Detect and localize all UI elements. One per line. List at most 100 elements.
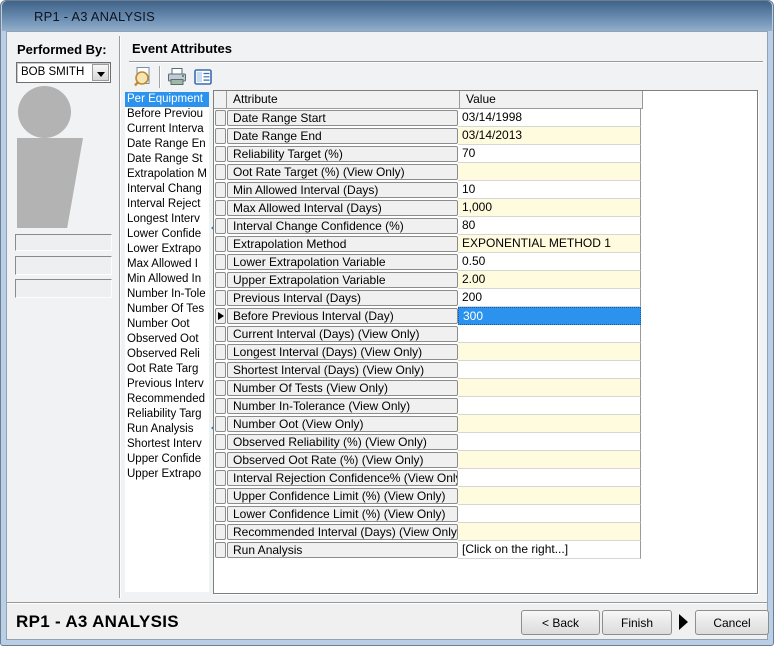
- row-selector-cell[interactable]: [215, 488, 226, 504]
- row-selector-cell[interactable]: [215, 542, 226, 558]
- print-preview-button[interactable]: [131, 65, 155, 89]
- list-item[interactable]: Lower Confide: [125, 227, 209, 242]
- list-item[interactable]: Previous Interv: [125, 377, 209, 392]
- row-selector-cell[interactable]: [215, 344, 226, 360]
- value-cell[interactable]: [458, 379, 641, 397]
- expand-arrow-button[interactable]: [675, 608, 691, 636]
- list-item[interactable]: Interval Chang: [125, 182, 209, 197]
- attribute-cell[interactable]: Interval Change Confidence (%): [227, 218, 458, 234]
- list-item[interactable]: Observed Oot: [125, 332, 209, 347]
- row-selector-cell[interactable]: [215, 182, 226, 198]
- attribute-cell[interactable]: Reliability Target (%): [227, 146, 458, 162]
- attribute-cell[interactable]: Current Interval (Days) (View Only): [227, 326, 458, 342]
- list-item[interactable]: Oot Rate Targ: [125, 362, 209, 377]
- value-cell[interactable]: [458, 505, 641, 523]
- value-cell[interactable]: [458, 415, 641, 433]
- row-selector-cell[interactable]: [215, 398, 226, 414]
- attribute-cell[interactable]: Min Allowed Interval (Days): [227, 182, 458, 198]
- list-item[interactable]: Upper Extrapo: [125, 467, 209, 482]
- finish-button[interactable]: Finish: [602, 610, 672, 635]
- attribute-cell[interactable]: Observed Oot Rate (%) (View Only): [227, 452, 458, 468]
- value-cell[interactable]: 1,000: [458, 199, 641, 217]
- row-selector-cell[interactable]: [215, 146, 226, 162]
- attribute-cell[interactable]: Recommended Interval (Days) (View Only): [227, 524, 458, 540]
- value-cell[interactable]: [458, 361, 641, 379]
- row-selector-cell[interactable]: [215, 434, 226, 450]
- row-selector-cell[interactable]: [215, 452, 226, 468]
- value-cell[interactable]: 0.50: [458, 253, 641, 271]
- grid-view-button[interactable]: [191, 65, 215, 89]
- attribute-cell[interactable]: Previous Interval (Days): [227, 290, 458, 306]
- row-selector-cell[interactable]: [215, 200, 226, 216]
- attribute-cell[interactable]: Lower Extrapolation Variable: [227, 254, 458, 270]
- value-cell[interactable]: EXPONENTIAL METHOD 1: [458, 235, 641, 253]
- attribute-cell[interactable]: Number Oot (View Only): [227, 416, 458, 432]
- attribute-cell[interactable]: Upper Extrapolation Variable: [227, 272, 458, 288]
- list-item[interactable]: Extrapolation M: [125, 167, 209, 182]
- value-cell[interactable]: [458, 343, 641, 361]
- row-selector-cell[interactable]: [215, 164, 226, 180]
- list-item[interactable]: Reliability Targ: [125, 407, 209, 422]
- attribute-cell[interactable]: Observed Reliability (%) (View Only): [227, 434, 458, 450]
- row-selector-cell[interactable]: [215, 470, 226, 486]
- list-item[interactable]: Per Equipment: [125, 92, 209, 107]
- value-cell[interactable]: [458, 325, 641, 343]
- attribute-cell[interactable]: Before Previous Interval (Day): [227, 308, 458, 324]
- list-item[interactable]: Shortest Interv: [125, 437, 209, 452]
- print-button[interactable]: [165, 65, 189, 89]
- row-selector-cell[interactable]: [215, 326, 226, 342]
- value-cell[interactable]: [458, 487, 641, 505]
- value-cell[interactable]: [458, 469, 641, 487]
- list-item[interactable]: Current Interva: [125, 122, 209, 137]
- value-cell[interactable]: [Click on the right...]: [458, 541, 641, 559]
- value-cell[interactable]: 03/14/2013: [458, 127, 641, 145]
- attribute-cell[interactable]: Longest Interval (Days) (View Only): [227, 344, 458, 360]
- list-item[interactable]: Upper Confide: [125, 452, 209, 467]
- attribute-cell[interactable]: Number Of Tests (View Only): [227, 380, 458, 396]
- list-item[interactable]: Max Allowed I: [125, 257, 209, 272]
- row-selector-cell[interactable]: [215, 236, 226, 252]
- list-item[interactable]: Date Range St: [125, 152, 209, 167]
- value-cell[interactable]: [458, 397, 641, 415]
- row-selector-cell[interactable]: [215, 110, 226, 126]
- list-item[interactable]: Interval Reject: [125, 197, 209, 212]
- attribute-cell[interactable]: Number In-Tolerance (View Only): [227, 398, 458, 414]
- list-item[interactable]: Before Previou: [125, 107, 209, 122]
- attribute-cell[interactable]: Shortest Interval (Days) (View Only): [227, 362, 458, 378]
- row-selector-cell[interactable]: [215, 128, 226, 144]
- row-selector-cell[interactable]: [215, 416, 226, 432]
- row-selector-cell[interactable]: [215, 380, 226, 396]
- list-item[interactable]: Number Of Tes: [125, 302, 209, 317]
- list-item[interactable]: Date Range En: [125, 137, 209, 152]
- value-cell[interactable]: 10: [458, 181, 641, 199]
- attribute-cell[interactable]: Interval Rejection Confidence% (View Onl…: [227, 470, 458, 486]
- list-item[interactable]: Number Oot: [125, 317, 209, 332]
- value-cell[interactable]: 03/14/1998: [458, 109, 641, 127]
- back-button[interactable]: < Back: [521, 610, 600, 635]
- value-cell[interactable]: [458, 451, 641, 469]
- list-item[interactable]: Longest Interv: [125, 212, 209, 227]
- value-cell[interactable]: 200: [458, 289, 641, 307]
- attribute-cell[interactable]: Max Allowed Interval (Days): [227, 200, 458, 216]
- row-selector-cell[interactable]: [215, 218, 226, 234]
- value-cell[interactable]: 300: [458, 307, 641, 325]
- row-selector-cell[interactable]: [215, 290, 226, 306]
- row-selector-cell[interactable]: [215, 362, 226, 378]
- attribute-cell[interactable]: Date Range End: [227, 128, 458, 144]
- value-cell[interactable]: 80: [458, 217, 641, 235]
- list-item[interactable]: Observed Reli: [125, 347, 209, 362]
- attribute-cell[interactable]: Date Range Start: [227, 110, 458, 126]
- value-cell[interactable]: [458, 433, 641, 451]
- combo-dropdown-button[interactable]: [92, 64, 109, 81]
- performer-combobox[interactable]: BOB SMITH: [16, 62, 111, 83]
- list-item[interactable]: Number In-Tole: [125, 287, 209, 302]
- attribute-cell[interactable]: Upper Confidence Limit (%) (View Only): [227, 488, 458, 504]
- list-item[interactable]: Lower Extrapo: [125, 242, 209, 257]
- attribute-cell[interactable]: Extrapolation Method: [227, 236, 458, 252]
- value-cell[interactable]: 70: [458, 145, 641, 163]
- attribute-cell[interactable]: Lower Confidence Limit (%) (View Only): [227, 506, 458, 522]
- list-item[interactable]: Recommended: [125, 392, 209, 407]
- attribute-cell[interactable]: Oot Rate Target (%) (View Only): [227, 164, 458, 180]
- attribute-cell[interactable]: Run Analysis: [227, 542, 458, 558]
- row-selector-cell[interactable]: [215, 272, 226, 288]
